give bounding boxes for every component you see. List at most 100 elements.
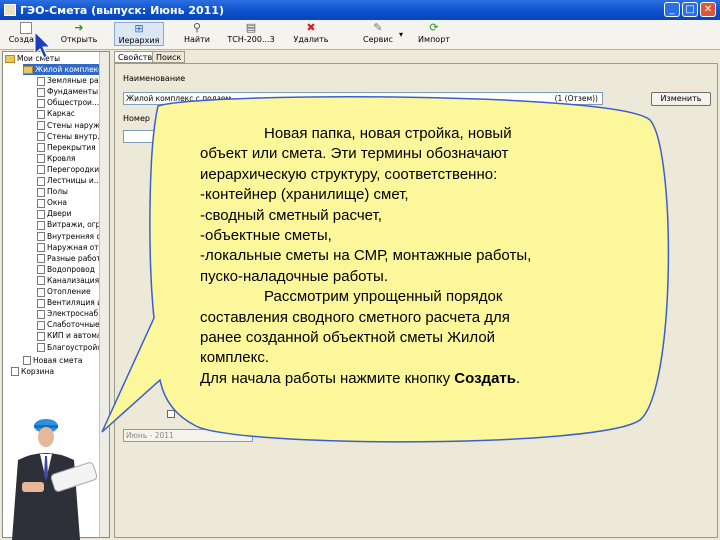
- tsn-button-label: ТСН-200...3: [227, 35, 275, 44]
- estimate-doc-icon: [37, 265, 45, 275]
- tree-item[interactable]: Окна: [37, 197, 67, 208]
- delete-icon: ✖: [306, 21, 316, 34]
- name-field[interactable]: Жилой комплекс с подзем... (1 (Отзем)): [123, 92, 603, 105]
- tree-item-label: Каркас: [47, 109, 75, 119]
- find-button[interactable]: ⚲ Найти: [180, 21, 214, 45]
- tree-item[interactable]: Разные работ...: [37, 253, 108, 264]
- window-title: ГЭО-Смета (выпуск: Июнь 2011): [20, 3, 224, 17]
- callout-final-bold: Создать: [454, 369, 516, 387]
- tree-item[interactable]: Водопровод: [37, 264, 95, 275]
- hierarchy-button-label: Иерархия: [118, 36, 160, 45]
- delete-button-label: Удалить: [293, 35, 329, 44]
- tree-item[interactable]: Перекрытия: [37, 142, 96, 153]
- estimate-doc-icon: [37, 98, 45, 108]
- tree-item[interactable]: Канализация: [37, 275, 99, 286]
- tree-item[interactable]: Перегородки: [37, 164, 99, 175]
- new-doc-icon: [20, 22, 32, 34]
- tree-item[interactable]: Полы: [37, 186, 68, 197]
- close-button[interactable]: ✕: [700, 2, 716, 17]
- tab-search[interactable]: Поиск: [152, 51, 186, 63]
- folder-icon: [23, 66, 33, 74]
- tree-scrollbar[interactable]: [99, 52, 109, 537]
- hierarchy-button[interactable]: ⊞ Иерархия: [114, 22, 164, 46]
- callout-final-prefix: Для начала работы нажмите кнопку: [200, 369, 455, 387]
- hierarchy-icon: ⊞: [134, 22, 144, 35]
- tree-item-label: Стены внутр...: [47, 131, 105, 141]
- tree-item[interactable]: Кровля: [37, 153, 75, 164]
- callout-line: комплекс.: [200, 349, 270, 367]
- tree-item-label: Двери: [47, 209, 72, 219]
- tree-item-label: Водопровод: [47, 264, 95, 274]
- tree-item-label: Общестрои...: [47, 98, 100, 108]
- tree-item-label: Канализация: [47, 275, 100, 285]
- import-button-label: Импорт: [418, 35, 450, 44]
- tree-item[interactable]: Жилой комплекс: [23, 64, 103, 75]
- tree-item[interactable]: Электроснаб...: [37, 308, 105, 319]
- tree-item[interactable]: Внутренняя о...: [37, 231, 108, 242]
- tree-item-label: Перекрытия: [47, 142, 96, 152]
- callout-line: пуско-наладочные работы.: [200, 267, 389, 285]
- callout-line: -локальные сметы на СМР, монтажные работ…: [200, 247, 532, 265]
- service-dropdown-arrow[interactable]: ▾: [396, 30, 406, 39]
- tree-item[interactable]: Общестрои...: [37, 97, 99, 108]
- option-checkbox[interactable]: [167, 410, 175, 418]
- tree-item[interactable]: Лестницы и...: [37, 175, 101, 186]
- delete-button[interactable]: ✖ Удалить: [290, 21, 332, 45]
- callout-line: -контейнер (хранилище) смет,: [200, 186, 409, 204]
- tree-item[interactable]: Каркас: [37, 108, 75, 119]
- tsn-button[interactable]: ▤ ТСН-200...3: [226, 21, 276, 45]
- estimate-doc-icon: [37, 154, 45, 164]
- open-button-label: Открыть: [60, 35, 98, 44]
- number-field[interactable]: [123, 130, 163, 143]
- estimate-doc-icon: [37, 309, 45, 319]
- tree-item[interactable]: Фундаменты и: [37, 86, 105, 97]
- tree-item-label: Фундаменты и: [47, 87, 106, 97]
- estimate-doc-icon: [37, 165, 45, 175]
- callout-final-suffix: .: [515, 369, 521, 387]
- minimize-button[interactable]: _: [664, 2, 680, 17]
- option-checkbox-2[interactable]: [195, 410, 203, 418]
- estimate-doc-icon: [37, 198, 45, 208]
- tree-item-label: Отопление: [47, 287, 91, 296]
- estimate-doc-icon: [37, 132, 45, 142]
- find-icon: ⚲: [192, 21, 202, 34]
- tree-item-label: Окна: [47, 198, 67, 208]
- toolbar: Создать ➜ Открыть ⊞ Иерархия ⚲ Найти ▤ Т…: [0, 20, 720, 50]
- callout-line: составления сводного сметного расчета дл…: [200, 308, 510, 326]
- open-button[interactable]: ➜ Открыть: [58, 21, 100, 45]
- find-button-label: Найти: [184, 35, 210, 44]
- estimate-doc-icon: [37, 276, 45, 286]
- import-button[interactable]: ⟳ Импорт: [414, 22, 454, 45]
- tree-item[interactable]: Стены внутр...: [37, 131, 104, 142]
- tsn-icon: ▤: [245, 21, 257, 34]
- tree-item[interactable]: Отопление: [37, 286, 91, 297]
- tree-item[interactable]: Двери: [37, 208, 72, 219]
- name-label: Наименование: [123, 74, 186, 83]
- maximize-button[interactable]: □: [682, 2, 698, 17]
- estimate-doc-icon: [37, 243, 45, 253]
- tree-item-label: Перегородки: [47, 164, 100, 174]
- tree-item[interactable]: Слаботочные...: [37, 319, 107, 330]
- estimate-doc-icon: [37, 209, 45, 219]
- estimate-doc-icon: [37, 187, 45, 197]
- tree-item-new-estimate[interactable]: Новая смета: [23, 355, 83, 366]
- app-icon: [4, 4, 16, 16]
- estimate-doc-icon: [37, 343, 45, 352]
- tree-item[interactable]: Витражи, огр...: [37, 219, 108, 230]
- callout-para1-lines: объект или смета. Эти термины обозначают…: [200, 144, 630, 287]
- estimate-doc-icon: [37, 76, 45, 86]
- callout-text: Новая папка, новая стройка, новый объект…: [200, 124, 630, 389]
- version-select[interactable]: Июнь - 2011: [123, 429, 253, 442]
- change-button[interactable]: Изменить: [651, 92, 711, 106]
- arrow-open-icon: ➜: [74, 21, 84, 34]
- tree-item-label: Слаботочные...: [47, 320, 107, 330]
- trash-icon: [11, 367, 19, 377]
- tree-item-trash[interactable]: Корзина: [11, 366, 54, 377]
- tree-item[interactable]: КИП и автома...: [37, 330, 109, 341]
- estimate-doc-icon: [37, 220, 45, 230]
- tree-item[interactable]: Наружная от...: [37, 242, 106, 253]
- estimate-doc-icon: [37, 298, 45, 308]
- service-button[interactable]: ✎ Сервис: [356, 22, 400, 45]
- estimate-doc-icon: [37, 176, 45, 186]
- estimate-doc-icon: [23, 356, 31, 366]
